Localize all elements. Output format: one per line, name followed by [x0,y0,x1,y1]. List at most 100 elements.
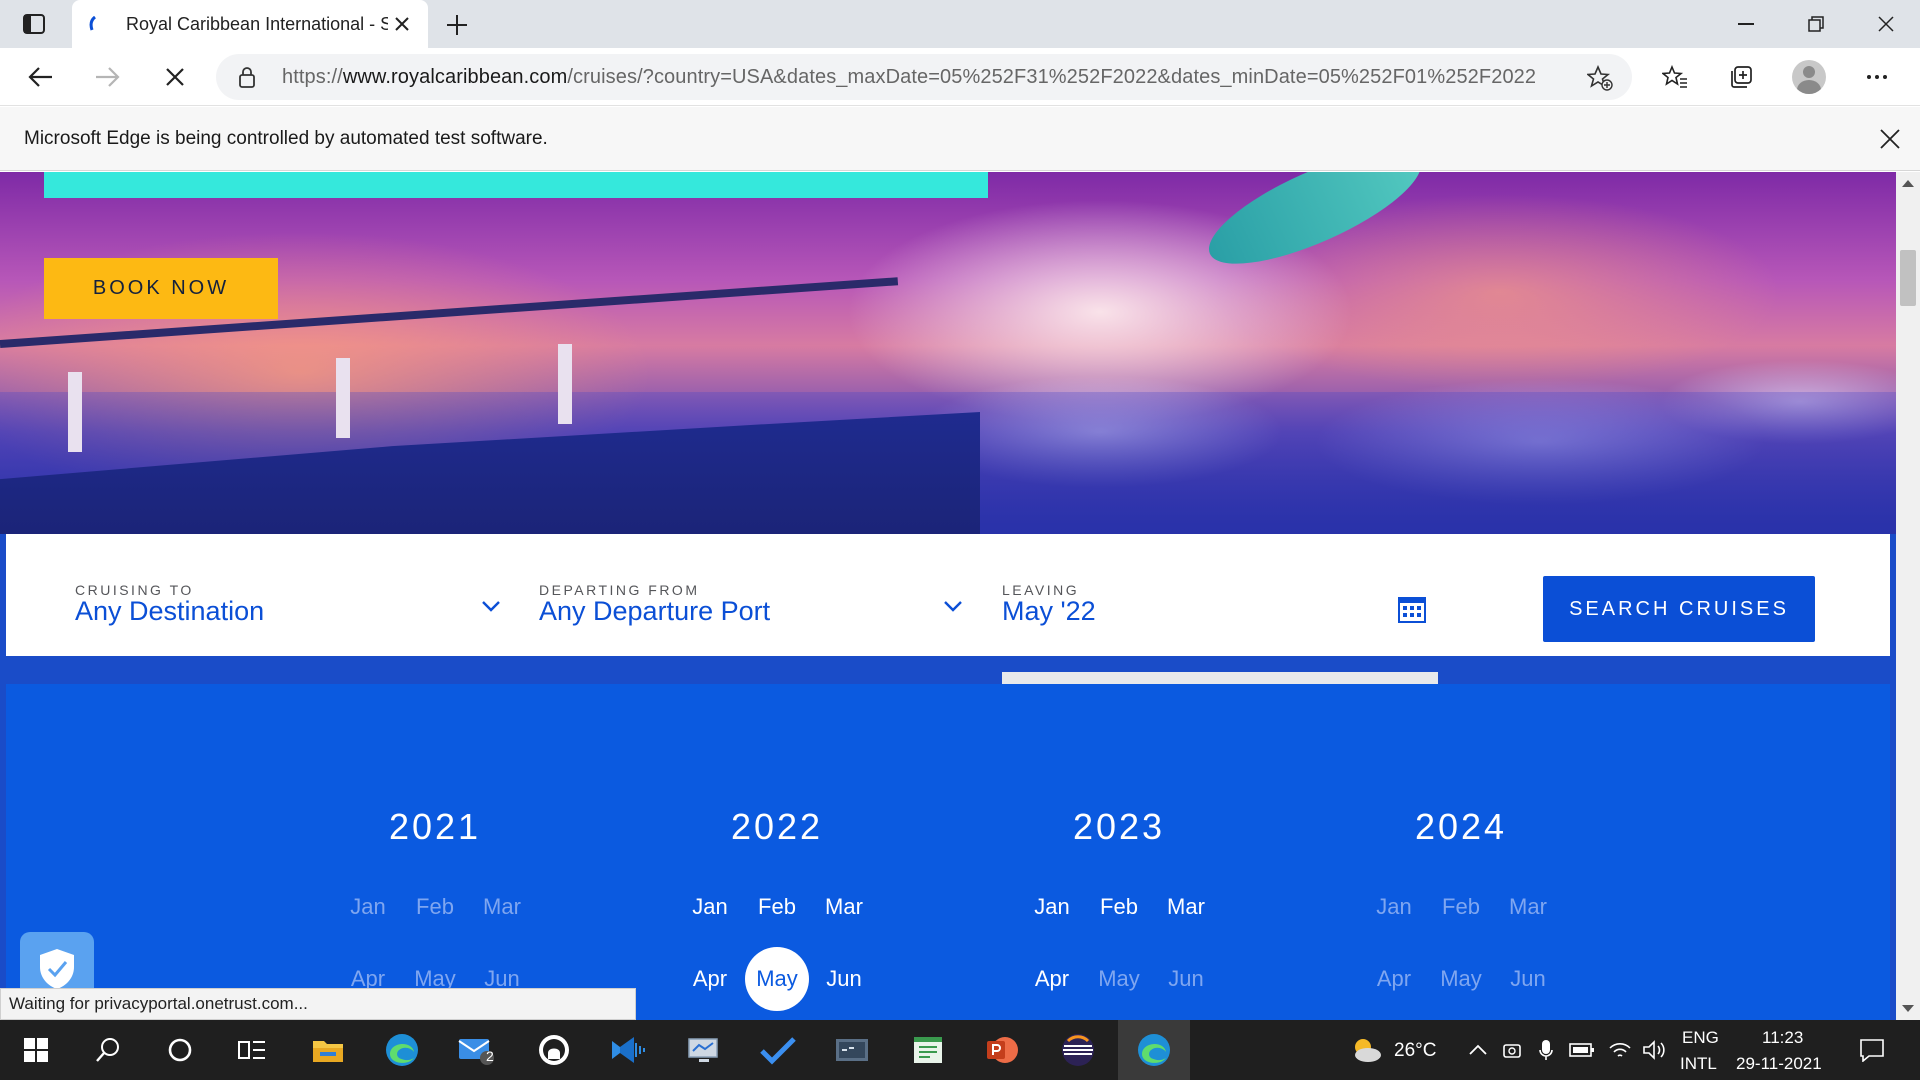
new-tab-icon[interactable] [444,12,470,38]
leaving-field-underline [1002,672,1438,684]
page-scrollbar[interactable] [1896,172,1920,1020]
tab-bar: Royal Caribbean International - S [0,0,1920,48]
royal-caribbean-favicon [89,16,96,31]
calendar-icon[interactable] [1397,594,1427,624]
powerpoint-icon[interactable] [982,1030,1022,1070]
chevron-down-icon[interactable] [481,596,501,616]
month-may-2022[interactable]: May [745,947,809,1011]
browser-toolbar: https://www.royalcaribbean.com/cruises/?… [0,48,1920,106]
month-jun-2023: Jun [1168,966,1204,991]
month-mar-2021: Mar [483,894,521,919]
profile-avatar[interactable] [1792,60,1826,94]
weather-temp[interactable]: 26°C [1394,1040,1436,1062]
browser-status-bar: Waiting for privacyportal.onetrust.com..… [0,988,636,1020]
todo-icon[interactable] [758,1030,798,1070]
github-icon[interactable] [534,1030,574,1070]
year-label: 2023 [1072,806,1166,847]
railing-post [336,358,350,438]
departing-from-field[interactable]: DEPARTING FROM Any Departure Port [539,534,969,656]
url-prefix: https:// [282,65,343,88]
sql-icon[interactable] [832,1030,872,1070]
search-icon[interactable] [88,1030,128,1070]
month-mar-2023[interactable]: Mar [1154,875,1218,939]
volume-icon[interactable] [1634,1030,1674,1070]
cruising-to-field[interactable]: CRUISING TO Any Destination [75,534,505,656]
search-cruises-button[interactable]: SEARCH CRUISES [1543,576,1815,642]
month-apr-2023[interactable]: Apr [1020,947,1084,1011]
task-view-icon[interactable] [232,1030,272,1070]
close-infobar-icon[interactable] [1878,127,1902,151]
visual-studio-icon[interactable] [608,1030,648,1070]
month-jun-2022[interactable]: Jun [812,947,876,1011]
close-window-icon[interactable] [1872,10,1900,38]
cortana-icon[interactable] [160,1030,200,1070]
scroll-down-icon[interactable] [1902,1005,1914,1012]
page-viewport: BOOK NOW CRUISING TO Any Destination DEP… [0,172,1896,1020]
month-mar-2024: Mar [1509,894,1547,919]
lock-icon[interactable] [236,66,258,88]
chevron-down-icon[interactable] [943,596,963,616]
month-may-2024: May [1440,966,1482,991]
tab-title: Royal Caribbean International - S [126,13,388,34]
month-jan-2024: Jan [1376,894,1412,919]
railing-post [68,372,82,452]
forward-icon[interactable] [92,62,122,92]
clock-date[interactable]: 29-11-2021 [1736,1054,1822,1074]
month-jan-2022[interactable]: Jan [678,875,742,939]
year-label: 2022 [730,806,824,847]
edge-active-icon[interactable] [1118,1020,1190,1080]
month-apr-2022[interactable]: Apr [678,947,742,1011]
month-jan-2021: Jan [350,894,386,919]
clock-time[interactable]: 11:23 [1762,1028,1803,1048]
automation-infobar: Microsoft Edge is being controlled by au… [0,107,1920,171]
url-host: www.royalcaribbean.com [342,65,568,88]
scroll-up-icon[interactable] [1902,180,1914,187]
book-now-button[interactable]: BOOK NOW [44,258,278,319]
remote-desktop-icon[interactable] [684,1030,724,1070]
cruising-to-value[interactable]: Any Destination [75,596,264,627]
favorites-icon[interactable] [1660,62,1690,92]
month-feb-2022[interactable]: Feb [745,875,809,939]
more-options-icon[interactable] [1862,62,1892,92]
month-jan-2023[interactable]: Jan [1020,875,1084,939]
cruise-search-panel: CRUISING TO Any Destination DEPARTING FR… [6,534,1890,656]
notepad-icon[interactable] [908,1030,948,1070]
eclipse-icon[interactable] [1058,1030,1098,1070]
url-path: /cruises/?country=USA&dates_maxDate=05%2… [567,65,1537,88]
year-label: 2021 [388,806,482,847]
battery-icon[interactable] [1562,1030,1602,1070]
active-tab[interactable]: Royal Caribbean International - S [72,0,428,48]
weather-icon[interactable] [1346,1030,1386,1070]
collections-icon[interactable] [1726,62,1756,92]
file-explorer-icon[interactable] [308,1030,348,1070]
month-mar-2022[interactable]: Mar [812,875,876,939]
restore-icon[interactable] [1802,10,1830,38]
scroll-thumb[interactable] [1900,250,1916,306]
notifications-icon[interactable] [1852,1030,1892,1070]
leaving-value[interactable]: May '22 [1002,596,1096,627]
edge-icon[interactable] [382,1030,422,1070]
minimize-icon[interactable] [1732,10,1760,38]
start-icon[interactable] [16,1030,56,1070]
month-feb-2021: Feb [416,894,454,919]
mail-icon[interactable]: 2 [456,1030,496,1070]
month-jun-2024: Jun [1510,966,1546,991]
stop-loading-icon[interactable] [160,62,190,92]
address-bar[interactable]: https://www.royalcaribbean.com/cruises/?… [216,54,1632,100]
microphone-icon[interactable] [1526,1030,1566,1070]
shield-check-icon [40,949,74,989]
month-feb-2023[interactable]: Feb [1087,875,1151,939]
back-icon[interactable] [26,62,56,92]
leaving-field[interactable]: LEAVING May '22 [1002,534,1442,656]
month-picker: 2021 Jan Feb Mar Apr May Jun 2022 Jan Feb Mar Apr Ma… [6,684,1890,1020]
departing-from-value[interactable]: Any Departure Port [539,596,770,627]
url-text[interactable]: https://www.royalcaribbean.com/cruises/?… [282,66,1572,89]
add-favorite-icon[interactable] [1586,64,1614,92]
language-bottom[interactable]: INTL [1680,1054,1717,1074]
close-tab-icon[interactable] [392,14,412,34]
windows-taskbar: 2 26°C ENG INTL 11:23 29-11-2021 [0,1020,1920,1080]
language-top[interactable]: ENG [1682,1028,1719,1048]
mail-badge: 2 [486,1048,494,1064]
tab-actions-icon[interactable] [20,12,48,36]
promo-banner-strip[interactable] [44,172,988,198]
